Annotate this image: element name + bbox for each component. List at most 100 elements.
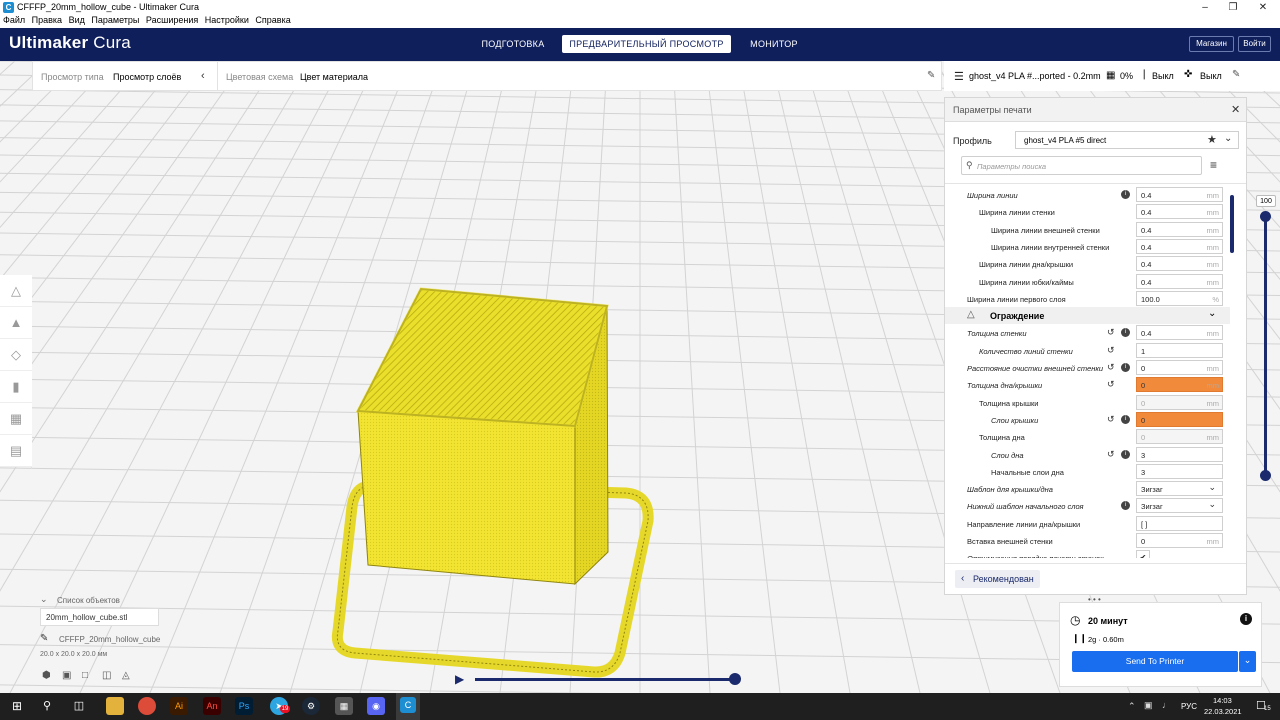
setting-input[interactable]: 0 mm — [1136, 394, 1223, 410]
menu-preferences[interactable]: Настройки — [205, 15, 249, 25]
send-options-chevron-icon[interactable]: ⌄ — [1239, 651, 1256, 672]
volume-icon[interactable]: ♩ — [1162, 700, 1171, 710]
recommended-button[interactable]: ‹ Рекомендован — [955, 570, 1040, 588]
setting-input[interactable]: 0.4 mm — [1136, 204, 1223, 220]
search-icon[interactable]: ⚲ — [38, 697, 56, 715]
setting-input[interactable]: 1 — [1136, 342, 1223, 358]
tab-preview[interactable]: ПРЕДВАРИТЕЛЬНЫЙ ПРОСМОТР — [562, 35, 731, 53]
chrome-icon[interactable] — [138, 697, 156, 715]
file-explorer-icon[interactable] — [106, 697, 124, 715]
setting-input[interactable]: 3 — [1136, 463, 1223, 479]
layer-slider-bottom-handle[interactable] — [1260, 470, 1271, 481]
setting-input[interactable]: 0 mm — [1136, 360, 1223, 375]
pencil-icon[interactable]: ✎ — [927, 70, 935, 81]
view-type-dropdown[interactable]: Просмотр слоёв — [113, 72, 181, 82]
layer-slider-top-handle[interactable] — [1260, 211, 1271, 222]
view-top-icon[interactable]: □ — [82, 670, 88, 681]
tray-chevron-icon[interactable]: ⌃ — [1128, 701, 1136, 712]
close-window-button[interactable]: ✕ — [1249, 0, 1277, 15]
favorite-star-icon[interactable]: ★ — [1207, 133, 1217, 146]
settings-search-input[interactable]: ⚲ Параметры поиска — [961, 156, 1202, 175]
reset-icon[interactable]: ↺ — [1107, 380, 1116, 389]
tab-prepare[interactable]: ПОДГОТОВКА — [470, 35, 556, 53]
setting-input[interactable]: 0.4 mm — [1136, 325, 1223, 341]
rotate-icon[interactable]: ▮ — [0, 371, 32, 403]
setting-input[interactable]: [ ] — [1136, 515, 1223, 531]
clock-date[interactable]: 22.03.2021 — [1204, 707, 1242, 716]
view-3d-icon[interactable]: ⬢ — [42, 670, 51, 681]
marketplace-button[interactable]: Магазин — [1189, 36, 1234, 52]
reset-icon[interactable]: ↺ — [1107, 363, 1116, 372]
reset-icon[interactable]: ↺ — [1107, 328, 1116, 337]
per-model-settings-icon[interactable]: △ — [0, 275, 32, 307]
setting-input[interactable]: 0.4 mm — [1136, 187, 1223, 202]
layer-slider-track[interactable] — [1264, 216, 1267, 476]
menu-help[interactable]: Справка — [255, 15, 290, 25]
layer-number-input[interactable]: 100 — [1256, 195, 1276, 207]
animate-icon[interactable]: An — [203, 697, 221, 715]
language-indicator[interactable]: РУС — [1181, 702, 1197, 711]
move-icon[interactable]: ▤ — [0, 435, 32, 467]
setting-input[interactable]: 0.4 mm — [1136, 256, 1223, 272]
restore-button[interactable]: ❐ — [1219, 0, 1247, 15]
photoshop-icon[interactable]: Ps — [235, 697, 253, 715]
object-list-item[interactable]: 20mm_hollow_cube.stl — [40, 608, 159, 626]
calculator-icon[interactable]: ▦ — [335, 697, 353, 715]
signin-button[interactable]: Войти — [1238, 36, 1271, 52]
play-icon[interactable]: ▶ — [455, 672, 464, 686]
menu-file[interactable]: Файл — [3, 15, 25, 25]
network-icon[interactable]: ▣ — [1144, 700, 1153, 711]
setting-input[interactable]: 0 mm — [1136, 533, 1223, 548]
color-scheme-dropdown[interactable]: Цвет материала — [300, 72, 368, 82]
tab-monitor[interactable]: МОНИТОР — [740, 35, 808, 53]
support-blocker-icon[interactable]: ▲ — [0, 307, 32, 339]
setting-input[interactable]: Зигзаг ⌄ — [1136, 481, 1223, 497]
info-icon[interactable]: i — [1121, 328, 1130, 338]
info-icon[interactable]: i — [1240, 613, 1252, 625]
settings-menu-icon[interactable]: ≡ — [1210, 158, 1217, 172]
mirror-icon[interactable]: ◇ — [0, 339, 32, 371]
setting-input[interactable]: 0.4 mm — [1136, 238, 1223, 254]
menu-extensions[interactable]: Расширения — [146, 15, 198, 25]
job-filename[interactable]: CFFFP_20mm_hollow_cube — [59, 635, 160, 644]
setting-input[interactable]: Зигзаг ⌄ — [1136, 498, 1223, 514]
setting-checkbox[interactable]: ✔ — [1136, 550, 1150, 558]
pencil-icon[interactable]: ✎ — [40, 633, 48, 644]
scale-icon[interactable]: ▦ — [0, 403, 32, 435]
info-icon[interactable]: i — [1121, 449, 1130, 459]
menu-view[interactable]: Вид — [69, 15, 85, 25]
chevron-down-icon[interactable]: ⌄ — [40, 594, 48, 605]
settings-scrollbar[interactable] — [1230, 195, 1234, 253]
steam-icon[interactable]: ⚙ — [302, 697, 320, 715]
menu-edit[interactable]: Правка — [32, 15, 62, 25]
view-left-icon[interactable]: ◫ — [102, 670, 111, 681]
discord-icon[interactable]: ◉ — [367, 697, 385, 715]
profile-dropdown[interactable]: ghost_v4 PLA #5 direct ★ ⌄ — [1015, 131, 1239, 149]
print-setup-selector[interactable]: ☰ ghost_v4 PLA #...ported - 0.2mm ▦ 0% ❘… — [944, 61, 1280, 91]
close-panel-icon[interactable]: ✕ — [1231, 103, 1240, 116]
task-view-icon[interactable]: ◫ — [70, 697, 88, 715]
reset-icon[interactable]: ↺ — [1107, 345, 1116, 355]
edit-pencil-icon[interactable]: ✎ — [1232, 69, 1240, 80]
info-icon[interactable]: i — [1121, 190, 1130, 199]
path-slider-handle[interactable] — [729, 673, 741, 685]
setting-input[interactable]: 0 mm — [1136, 429, 1223, 445]
path-slider-track[interactable] — [475, 678, 735, 681]
info-icon[interactable]: i — [1121, 363, 1130, 372]
object-list-header[interactable]: Список объектов — [57, 596, 120, 605]
collapse-chevron-icon[interactable]: ‹ — [201, 70, 205, 82]
setting-input[interactable]: 0.4 mm — [1136, 221, 1223, 237]
view-front-icon[interactable]: ▣ — [62, 670, 71, 681]
info-icon[interactable]: i — [1121, 414, 1130, 424]
reset-icon[interactable]: ↺ — [1107, 414, 1116, 424]
category-shell[interactable]: △ Ограждение ⌄ — [945, 307, 1230, 325]
cura-taskbar-button[interactable]: C — [396, 693, 420, 720]
setting-input[interactable]: 3 — [1136, 446, 1223, 462]
reset-icon[interactable]: ↺ — [1107, 449, 1116, 459]
windows-start-icon[interactable]: ⊞ — [8, 697, 26, 715]
clock-time[interactable]: 14:03 — [1213, 696, 1232, 705]
setting-input[interactable]: 0.4 mm — [1136, 273, 1223, 289]
illustrator-icon[interactable]: Ai — [170, 697, 188, 715]
menu-settings[interactable]: Параметры — [91, 15, 139, 25]
view-right-icon[interactable]: ◬ — [122, 670, 130, 681]
